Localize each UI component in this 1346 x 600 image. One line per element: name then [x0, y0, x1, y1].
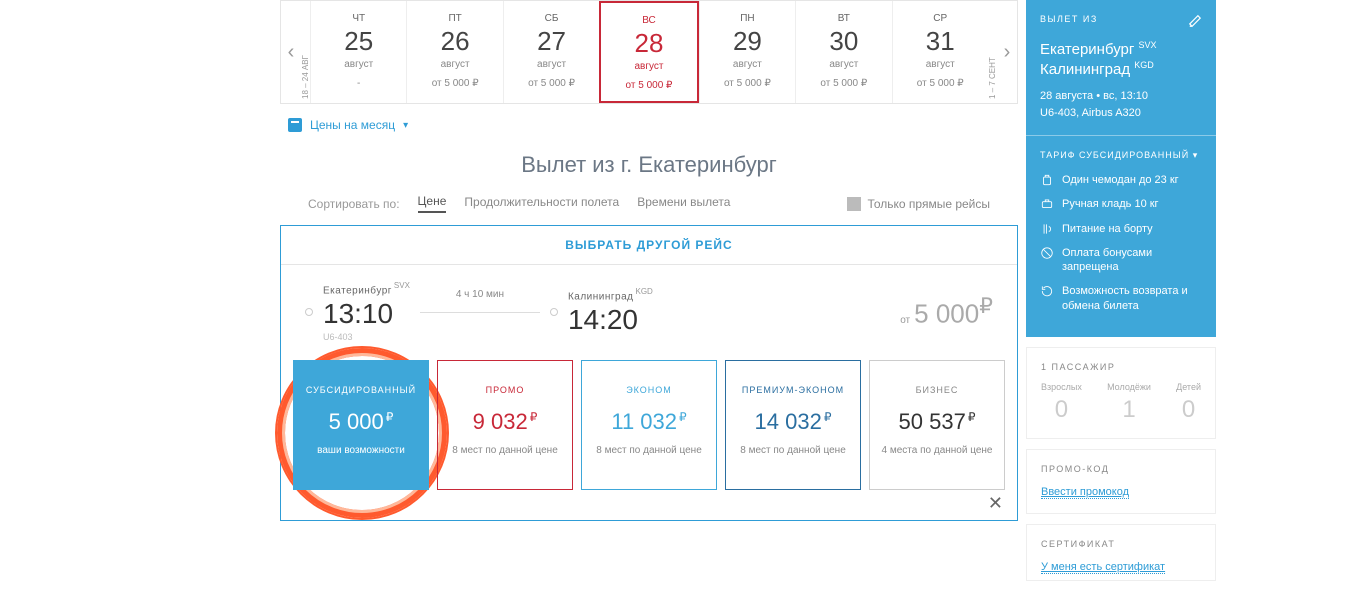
date-cell[interactable]: ПТ26августот 5 000 ₽ [406, 1, 502, 103]
month-prices-link[interactable]: Цены на месяц ▾ [280, 104, 1018, 146]
direct-only-toggle[interactable]: Только прямые рейсы [847, 197, 990, 211]
date-cell[interactable]: ПН29августот 5 000 ₽ [699, 1, 795, 103]
choose-other-flight-button[interactable]: ВЫБРАТЬ ДРУГОЙ РЕЙС [281, 226, 1017, 265]
fare-tile-biz[interactable]: БИЗНЕС50 537₽4 места по данной цене [869, 360, 1005, 490]
departure-block: ЕкатеринбургSVX 13:10 U6-403 [323, 281, 410, 342]
calendar-icon [288, 118, 302, 132]
tariff-feature: Ручная кладь 10 кг [1040, 197, 1202, 211]
close-icon[interactable]: ✕ [988, 493, 1003, 514]
date-cell[interactable]: ВТ30августот 5 000 ₽ [795, 1, 891, 103]
sidebar-summary: ВЫЛЕТ ИЗ Екатеринбург SVX Калининград KG… [1026, 0, 1216, 337]
tariff-feature: Один чемодан до 23 кг [1040, 173, 1202, 187]
flight-line: 4 ч 10 мин [420, 297, 540, 327]
date-bar: ‹ 18 – 24 АВГ ЧТ25август-ПТ26августот 5 … [280, 0, 1018, 104]
fare-tile-prem[interactable]: ПРЕМИУМ-ЭКОНОМ14 032₽8 мест по данной це… [725, 360, 861, 490]
certificate-link[interactable]: У меня есть сертификат [1041, 561, 1165, 574]
dot-icon [305, 308, 313, 316]
checkbox-icon [847, 197, 861, 211]
edit-icon[interactable] [1188, 14, 1202, 30]
pax-col: Детей0 [1176, 382, 1201, 424]
feature-icon [1040, 284, 1054, 298]
certificate-panel: СЕРТИФИКАТ У меня есть сертификат [1026, 524, 1216, 581]
pax-col: Молодёжи1 [1107, 382, 1151, 424]
promo-panel: ПРОМО-КОД Ввести промокод [1026, 449, 1216, 514]
promo-code-link[interactable]: Ввести промокод [1041, 486, 1129, 499]
pax-col: Взрослых0 [1041, 382, 1082, 424]
tariff-feature: Оплата бонусами запрещена [1040, 246, 1202, 275]
sort-by-price[interactable]: Цене [418, 194, 447, 213]
sort-bar: Сортировать по: Цене Продолжительности п… [280, 194, 1018, 225]
tariff-dropdown[interactable]: ТАРИФ СУБСИДИРОВАННЫЙ ▾ [1040, 150, 1202, 161]
feature-icon [1040, 197, 1054, 211]
date-prev-arrow[interactable]: ‹ [281, 1, 301, 103]
date-cell[interactable]: ВС28августот 5 000 ₽ [599, 1, 698, 103]
chevron-down-icon: ▾ [403, 120, 408, 131]
arrival-block: КалининградKGD 14:20 [568, 287, 653, 336]
fare-tile-econom[interactable]: ЭКОНОМ11 032₽8 мест по данной цене [581, 360, 717, 490]
flight-row: ЕкатеринбургSVX 13:10 U6-403 4 ч 10 мин … [281, 265, 1017, 342]
fare-tile-promo[interactable]: ПРОМО9 032₽8 мест по данной цене [437, 360, 573, 490]
date-cell[interactable]: ЧТ25август- [310, 1, 406, 103]
sort-by-time[interactable]: Времени вылета [637, 195, 730, 212]
fare-tile-sub[interactable]: СУБСИДИРОВАННЫЙ5 000₽ваши возможности [293, 360, 429, 490]
tariff-feature: Питание на борту [1040, 222, 1202, 236]
feature-icon [1040, 246, 1054, 260]
passengers-panel: 1 ПАССАЖИР Взрослых0Молодёжи1Детей0 [1026, 347, 1216, 439]
date-cell[interactable]: СБ27августот 5 000 ₽ [503, 1, 599, 103]
sort-by-duration[interactable]: Продолжительности полета [464, 195, 619, 212]
date-cell[interactable]: СР31августот 5 000 ₽ [892, 1, 988, 103]
date-range-left: 18 – 24 АВГ [301, 1, 310, 103]
from-price: от 5 000₽ [900, 293, 993, 330]
tariff-feature: Возможность возврата и обмена билета [1040, 284, 1202, 313]
feature-icon [1040, 222, 1054, 236]
date-range-right: 1 – 7 СЕНТ [988, 1, 997, 103]
feature-icon [1040, 173, 1054, 187]
flight-card: ВЫБРАТЬ ДРУГОЙ РЕЙС ЕкатеринбургSVX 13:1… [280, 225, 1018, 521]
page-title: Вылет из г. Екатеринбург [280, 146, 1018, 194]
dot-icon [550, 308, 558, 316]
date-next-arrow[interactable]: › [997, 1, 1017, 103]
